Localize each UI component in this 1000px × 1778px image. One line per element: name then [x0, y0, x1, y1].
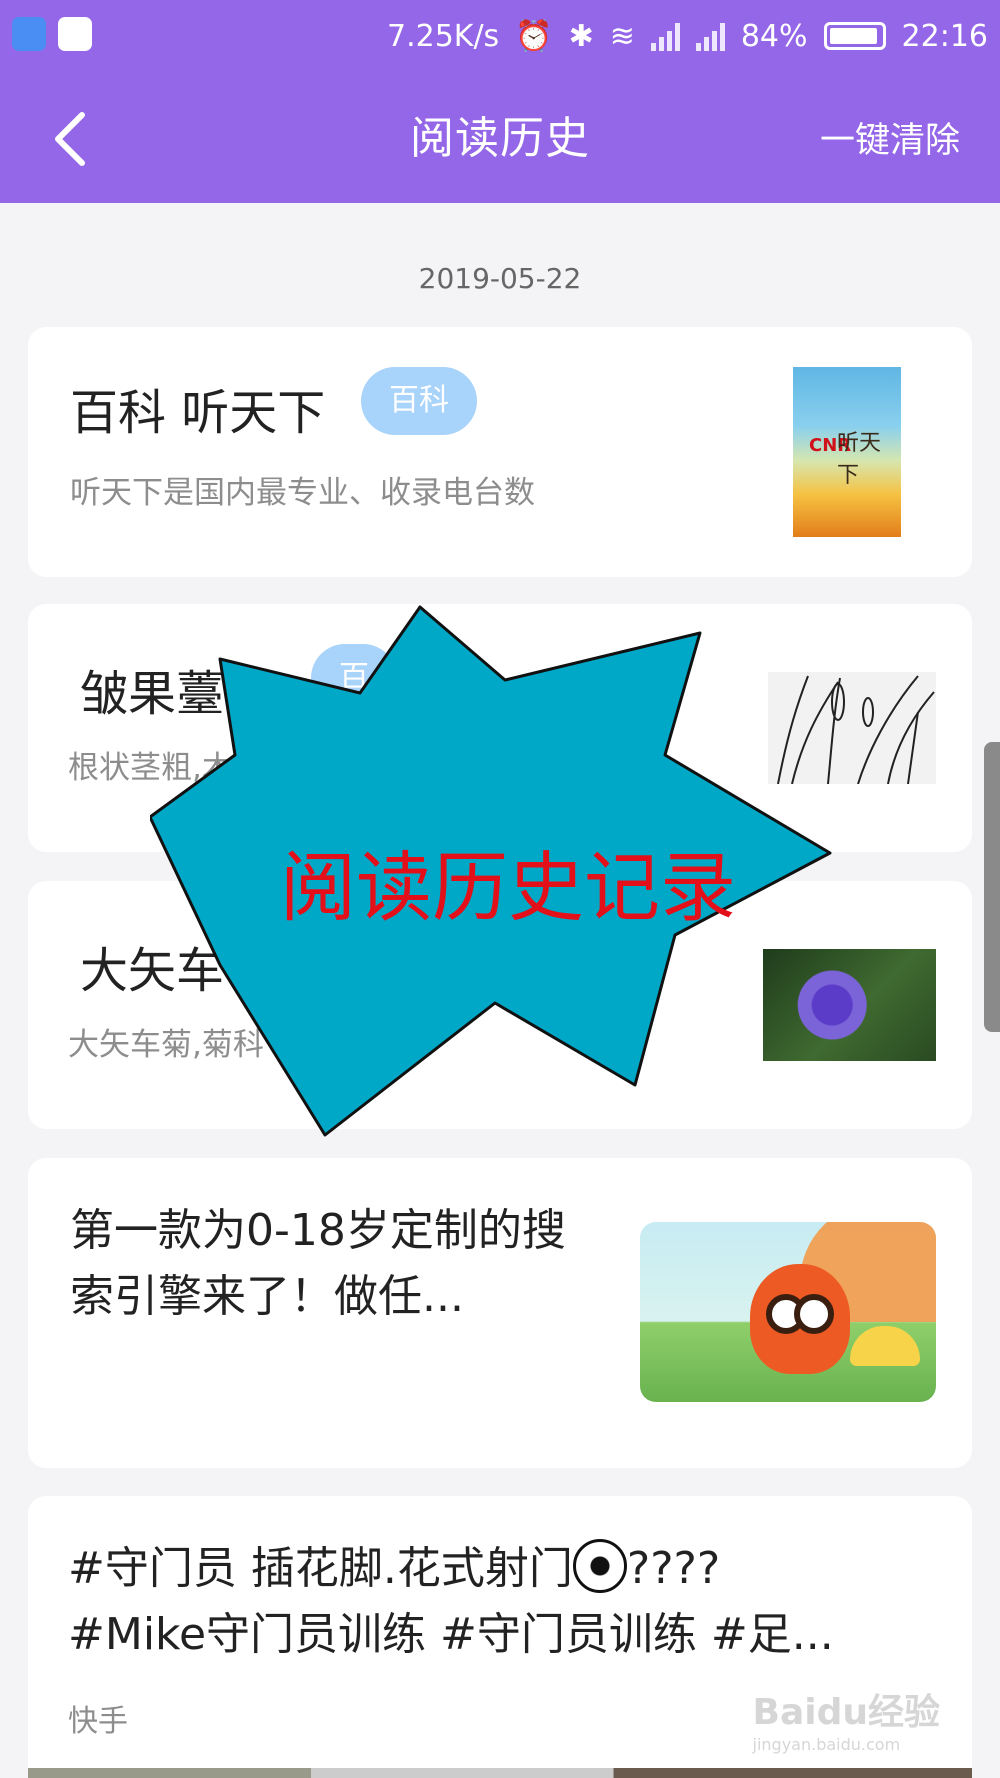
card-description: 听天下是国内最专业、收录电台数 — [70, 475, 535, 511]
date-header: 2019-05-22 — [418, 262, 582, 295]
wifi-icon: ≋ — [609, 18, 635, 54]
card-thumbnail — [640, 1222, 936, 1402]
network-speed: 7.25K/s — [386, 18, 500, 54]
card-source: 快手 — [68, 1704, 128, 1739]
thumb-title-text: 听天下 — [837, 431, 882, 488]
clock: 22:16 — [901, 18, 988, 54]
card-title-part-1: #守门员 插花脚.花式射门 — [68, 1543, 573, 1594]
card-title: #守门员 插花脚.花式射门???? #Mike守门员训练 #守门员训练 #足..… — [68, 1536, 928, 1668]
watermark-url: jingyan.baidu.com — [752, 1735, 901, 1754]
app-header: 阅读历史 一键清除 — [0, 74, 1000, 203]
watermark-brand: Baidu经验 — [752, 1692, 940, 1733]
clear-all-button[interactable]: 一键清除 — [820, 112, 960, 163]
card-title: 第一款为0-18岁定制的搜索引擎来了！做任... — [70, 1205, 566, 1322]
reading-history-screen: 7.25K/s ⏰ ✱ ≋ 84% 22:16 阅读历史 一键清除 2019-0… — [0, 0, 1000, 1778]
top-bar: 7.25K/s ⏰ ✱ ≋ 84% 22:16 阅读历史 一键清除 — [0, 0, 1000, 203]
card-thumbnail: CNR 听天下 — [793, 367, 901, 537]
overlay-caption: 阅读历史记录 — [280, 843, 736, 932]
alarm-icon: ⏰ — [515, 18, 553, 54]
card-title-part-3: #Mike守门员训练 #守门员训练 #足... — [68, 1609, 834, 1660]
status-bar: 7.25K/s ⏰ ✱ ≋ 84% 22:16 — [0, 0, 1000, 74]
soccer-ball-icon — [572, 1539, 627, 1593]
side-scroll-handle[interactable] — [984, 742, 1000, 1032]
category-tag: 百科 — [361, 367, 477, 435]
signal-icon-2 — [695, 21, 725, 51]
small-mushroom-illustration — [850, 1326, 920, 1366]
qq-app-icon — [58, 17, 92, 51]
card-image-strip — [28, 1768, 972, 1778]
bluetooth-icon: ✱ — [568, 18, 594, 54]
card-title: 百科 听天下 — [70, 385, 326, 441]
shield-app-icon — [12, 17, 46, 51]
battery-percent: 84% — [740, 18, 808, 54]
history-card[interactable]: 第一款为0-18岁定制的搜索引擎来了！做任... — [28, 1158, 972, 1468]
signal-icon — [650, 21, 680, 51]
battery-icon — [823, 22, 886, 50]
card-title-part-2: ???? — [626, 1543, 721, 1594]
status-right-group: 7.25K/s ⏰ ✱ ≋ 84% 22:16 — [387, 14, 988, 58]
baidu-watermark: Baidu经验 jingyan.baidu.com — [753, 1683, 940, 1754]
owl-illustration — [750, 1264, 850, 1374]
history-card[interactable]: 百科 听天下 百科 听天下是国内最专业、收录电台数 CNR 听天下 — [28, 327, 972, 577]
